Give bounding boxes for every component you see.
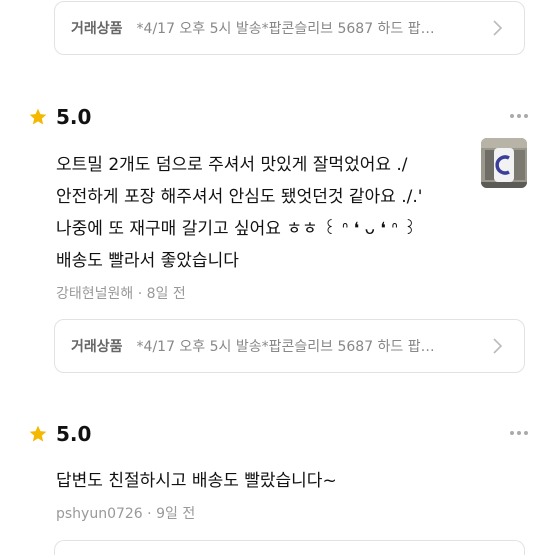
review-rating: 5.0: [28, 105, 91, 129]
review-author: pshyun0726: [56, 506, 143, 522]
trade-item-card[interactable]: [54, 540, 525, 555]
trade-item-label: 거래상품: [71, 21, 123, 37]
chevron-right-icon: [493, 338, 503, 354]
star-icon: [29, 425, 47, 442]
star-icon: [29, 108, 47, 125]
review-score: 5.0: [56, 105, 92, 129]
review-meta: 강태현널원해 · 8일 전: [56, 283, 186, 303]
review-photo-image: [481, 138, 527, 188]
trade-item-card[interactable]: 거래상품 *4/17 오후 5시 발송*팝콘슬리브 5687 하드 팝…: [54, 1, 525, 55]
chevron-right-icon: [493, 20, 503, 36]
trade-item-text: *4/17 오후 5시 발송*팝콘슬리브 5687 하드 팝…: [136, 21, 435, 37]
review-text-line: 답변도 친절하시고 배송도 빨랐습니다~: [56, 471, 337, 491]
review-text-line: 배송도 빨라서 좋았습니다: [56, 251, 239, 271]
review-author: 강태현널원해: [56, 286, 134, 302]
review-meta: pshyun0726 · 9일 전: [56, 503, 195, 523]
review-text-line: 안전하게 포장 해주셔서 안심도 됐엇던것 같아요 ./.': [56, 187, 423, 207]
review-text-line: 나중에 또 재구매 갈기고 싶어요 ㅎㅎ ꒰ ᐢ ❛ ᴗ ❛ ᐢ ꒱: [56, 219, 417, 239]
review-text-line: 오트밀 2개도 덤으로 주셔서 맛있게 잘먹었어요 ./: [56, 155, 408, 175]
review-rating: 5.0: [28, 422, 91, 446]
review-score: 5.0: [56, 422, 92, 446]
meta-separator: ·: [147, 506, 157, 522]
more-options-icon[interactable]: [509, 113, 529, 119]
trade-item-label: 거래상품: [71, 339, 123, 355]
review-photo-thumbnail[interactable]: [481, 138, 527, 188]
review-time: 8일 전: [146, 286, 186, 302]
trade-item-text: *4/17 오후 5시 발송*팝콘슬리브 5687 하드 팝…: [136, 339, 435, 355]
more-options-icon[interactable]: [509, 430, 529, 436]
review-time: 9일 전: [156, 506, 196, 522]
trade-item-card[interactable]: 거래상품 *4/17 오후 5시 발송*팝콘슬리브 5687 하드 팝…: [54, 319, 525, 373]
meta-separator: ·: [137, 286, 147, 302]
